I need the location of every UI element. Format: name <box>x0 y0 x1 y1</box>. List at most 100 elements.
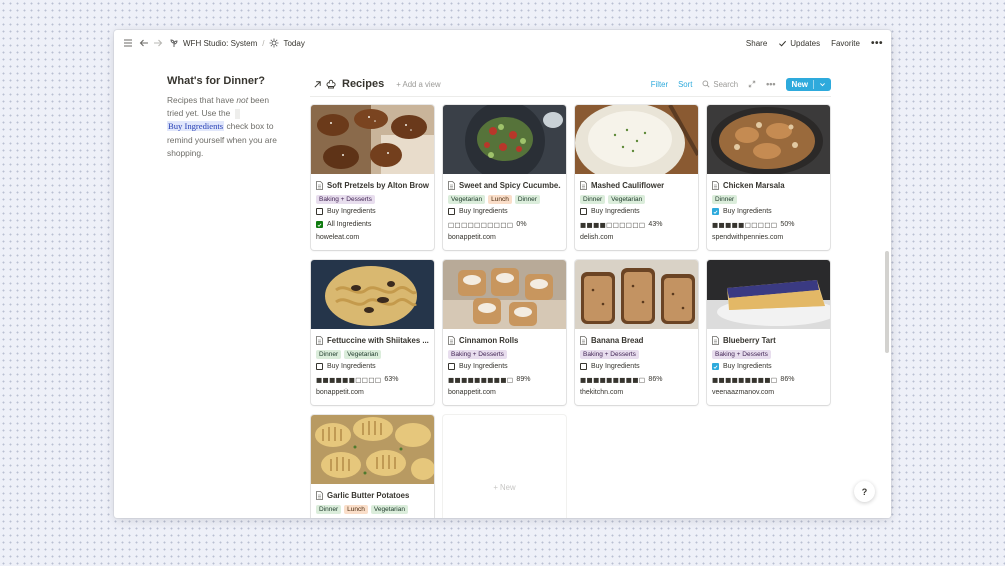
breadcrumb-item-workspace[interactable]: WFH Studio: System <box>183 39 257 48</box>
page-icon <box>316 335 323 345</box>
source-link[interactable]: veenaazmanov.com <box>712 386 825 399</box>
recipe-card[interactable]: Sweet and Spicy Cucumbe... Vegetarian Lun… <box>443 105 566 250</box>
sun-icon <box>269 38 279 48</box>
tag: Vegetarian <box>448 195 486 204</box>
updates-button[interactable]: Updates <box>778 39 820 48</box>
buy-ingredients-label: Buy Ingredients <box>459 208 508 215</box>
buy-ingredients-checkbox[interactable] <box>712 363 719 370</box>
menu-icon[interactable] <box>121 37 134 50</box>
page-heading: What's for Dinner? <box>167 75 265 87</box>
progress-row: ■■■■■■■■■□ 86% <box>712 373 825 386</box>
new-card-button[interactable]: + New <box>443 415 566 518</box>
breadcrumb-item-today[interactable]: Today <box>283 39 304 48</box>
recipe-card[interactable]: Cinnamon Rolls Baking + Desserts Buy Ing… <box>443 260 566 405</box>
description-text: Recipes that have not been tried yet. Us… <box>167 94 287 160</box>
notion-window: WFH Studio: System / Today Share Updates… <box>114 30 891 518</box>
new-button[interactable]: New <box>785 77 831 91</box>
filter-button[interactable]: Filter <box>651 80 668 89</box>
topbar: WFH Studio: System / Today Share Updates… <box>114 30 891 56</box>
tag: Baking + Desserts <box>448 350 507 359</box>
progress-text: 86% <box>648 376 663 383</box>
progress-bar: ■■■■□□□□□□ <box>580 220 646 229</box>
progress-bar: ■■■■■■□□□□ <box>316 375 382 384</box>
page-icon <box>712 180 719 190</box>
recipe-title-text: Mashed Cauliflower <box>591 180 665 190</box>
progress-text: 0% <box>516 221 527 228</box>
search-button[interactable]: Search <box>702 80 738 89</box>
buy-ingredients-checkbox[interactable] <box>316 208 323 215</box>
expand-icon[interactable] <box>748 80 756 88</box>
page-icon <box>712 335 719 345</box>
chevron-down-icon[interactable] <box>819 81 826 88</box>
progress-row: ■■■■■■■■■□ 89% <box>448 373 561 386</box>
progress-row: ■■■■■□□□□□ 50% <box>712 218 825 231</box>
more-options-button[interactable]: ••• <box>871 38 883 49</box>
progress-text: 50% <box>780 221 795 228</box>
recipe-card[interactable]: Mashed Cauliflower Dinner Vegetarian Buy … <box>575 105 698 250</box>
buy-ingredients-label: Buy Ingredients <box>591 363 640 370</box>
recipe-title: Soft Pretzels by Alton Brown <box>316 179 429 191</box>
source-link[interactable]: bonappetit.com <box>448 386 561 399</box>
page-icon <box>448 335 455 345</box>
add-view-button[interactable]: + Add a view <box>396 80 440 89</box>
check-icon <box>779 40 787 46</box>
search-label: Search <box>713 79 739 89</box>
recipe-title-text: Soft Pretzels by Alton Brown <box>327 180 429 190</box>
description-part: Recipes that have <box>167 95 237 105</box>
all-ingredients-checkbox[interactable] <box>316 221 323 228</box>
header-divider <box>310 96 831 97</box>
database-more-icon[interactable]: ••• <box>766 79 775 89</box>
description-emphasis: not <box>236 95 249 105</box>
source-link[interactable]: thekitchn.com <box>580 386 693 399</box>
recipe-cover-image <box>443 260 566 329</box>
tag: Dinner <box>316 350 342 359</box>
favorite-button[interactable]: Favorite <box>831 39 860 48</box>
help-button[interactable]: ? <box>854 481 875 502</box>
tag: Lunch <box>488 195 512 204</box>
buy-ingredients-row: Buy Ingredients <box>712 360 825 373</box>
recipe-title-text: Fettuccine with Shiitakes ... <box>327 335 429 345</box>
source-link[interactable]: spendwithpennies.com <box>712 231 825 244</box>
recipe-cover-image <box>575 260 698 329</box>
progress-text: 89% <box>516 376 531 383</box>
recipe-title-text: Banana Bread <box>591 335 644 345</box>
recipe-card[interactable]: Soft Pretzels by Alton Brown Baking + De… <box>311 105 434 250</box>
buy-ingredients-checkbox[interactable] <box>316 363 323 370</box>
buy-ingredients-checkbox[interactable] <box>580 208 587 215</box>
share-button[interactable]: Share <box>746 39 767 48</box>
recipe-card[interactable]: Garlic Butter Potatoes Dinner Lunch Vegeta… <box>311 415 434 518</box>
recipe-card[interactable]: Banana Bread Baking + Desserts Buy Ingre… <box>575 260 698 405</box>
inline-blank <box>234 108 240 119</box>
forward-arrow-icon[interactable] <box>151 37 164 50</box>
recipe-card[interactable]: Fettuccine with Shiitakes ... Dinner Vege… <box>311 260 434 405</box>
progress-row: □□□□□□□□□□ 0% <box>448 218 561 231</box>
back-arrow-icon[interactable] <box>137 37 150 50</box>
database-header: Recipes + Add a view Filter Sort Search … <box>313 74 831 94</box>
tag: Vegetarian <box>608 195 646 204</box>
scrollbar[interactable] <box>885 251 889 353</box>
source-link[interactable]: delish.com <box>580 231 693 244</box>
recipe-title-text: Blueberry Tart <box>723 335 776 345</box>
recipe-cover-image <box>311 415 434 484</box>
source-link[interactable]: bonappetit.com <box>316 386 429 399</box>
source-link[interactable]: bonappetit.com <box>448 231 561 244</box>
database-title[interactable]: Recipes <box>342 78 384 90</box>
recipe-title: Fettuccine with Shiitakes ... <box>316 334 429 346</box>
tag: Dinner <box>316 505 342 514</box>
buy-ingredients-checkbox[interactable] <box>448 363 455 370</box>
open-database-arrow-icon[interactable] <box>313 80 322 89</box>
progress-text: 43% <box>648 221 663 228</box>
recipe-title: Blueberry Tart <box>712 334 825 346</box>
tag: Baking + Desserts <box>712 350 771 359</box>
sort-button[interactable]: Sort <box>678 80 692 89</box>
recipe-card[interactable]: Blueberry Tart Baking + Desserts Buy Ing… <box>707 260 830 405</box>
source-link[interactable]: howeleat.com <box>316 231 429 244</box>
buy-ingredients-label: Buy Ingredients <box>723 208 772 215</box>
tag: Dinner <box>712 195 738 204</box>
buy-ingredients-row: Buy Ingredients <box>580 205 693 218</box>
buy-ingredients-label: Buy Ingredients <box>327 208 376 215</box>
recipe-card[interactable]: Chicken Marsala Dinner Buy Ingredients ■… <box>707 105 830 250</box>
buy-ingredients-checkbox[interactable] <box>580 363 587 370</box>
buy-ingredients-checkbox[interactable] <box>448 208 455 215</box>
buy-ingredients-checkbox[interactable] <box>712 208 719 215</box>
